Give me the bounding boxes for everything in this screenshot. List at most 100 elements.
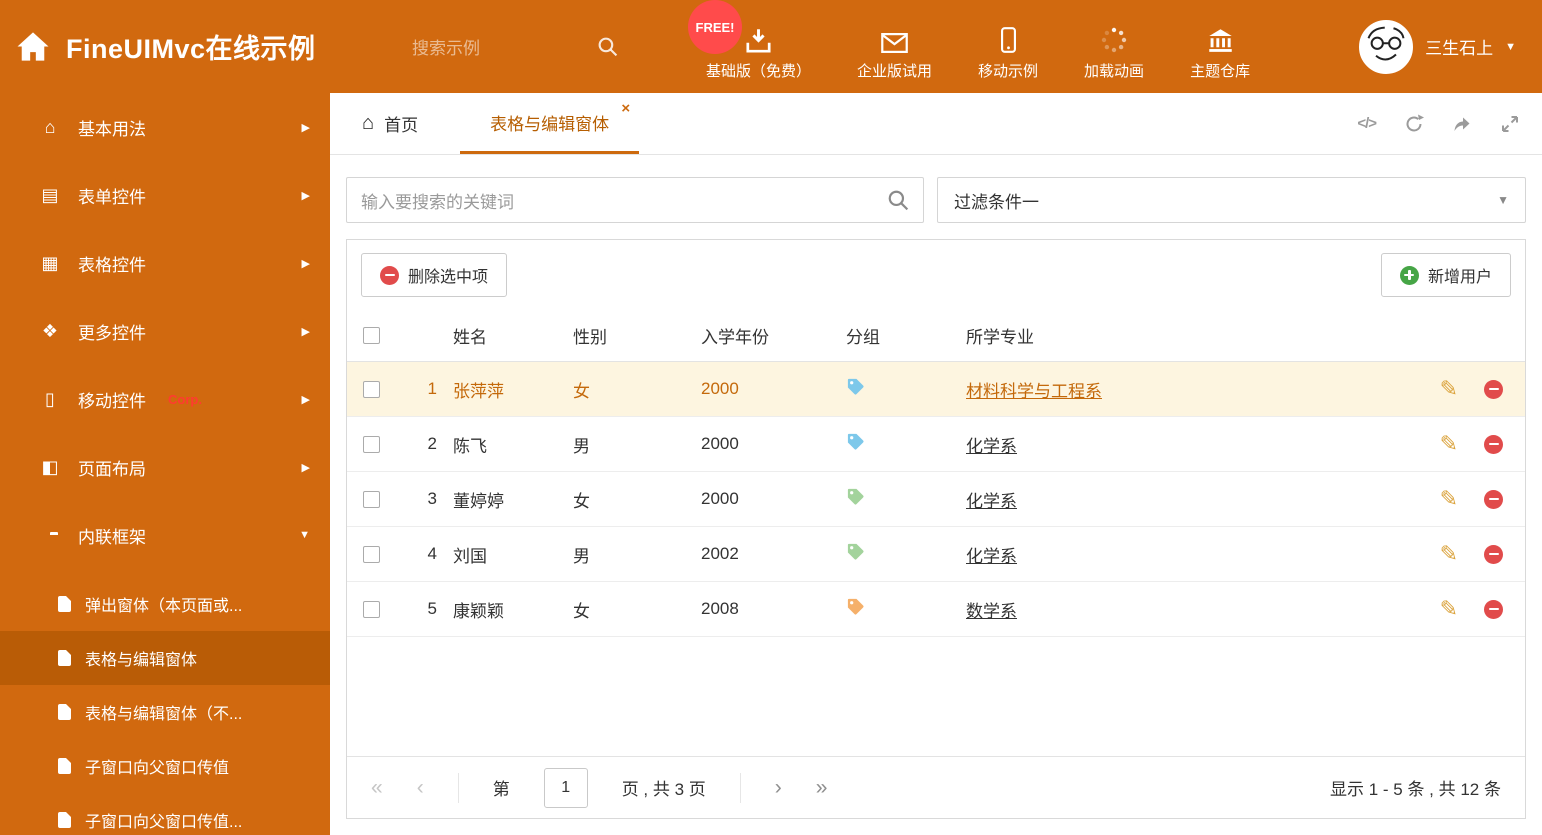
edit-pencil-icon[interactable]: ✎	[1440, 543, 1458, 565]
row-number: 1	[427, 379, 437, 398]
sidebar-subitem-child-to-parent[interactable]: 子窗口向父窗口传值	[0, 739, 330, 793]
edit-pencil-icon[interactable]: ✎	[1440, 433, 1458, 455]
cell-year: 2008	[701, 599, 739, 618]
first-page-icon[interactable]: «	[371, 777, 383, 798]
column-header-major: 所学专业	[966, 328, 1034, 347]
tag-icon	[846, 487, 865, 506]
home-icon: ⌂	[44, 116, 56, 137]
sidebar-subitem-child-to-parent-2[interactable]: 子窗口向父窗口传值...	[0, 793, 330, 835]
major-link[interactable]: 化学系	[966, 547, 1017, 566]
sidebar-item-iframe[interactable]: 内联框架 ▼	[0, 501, 330, 569]
form-icon: ▤	[41, 184, 59, 205]
last-page-icon[interactable]: »	[816, 777, 828, 798]
next-page-icon[interactable]: ›	[775, 777, 782, 798]
app-logo[interactable]: FineUIMvc在线示例	[0, 27, 412, 66]
column-header-year: 入学年份	[701, 328, 769, 347]
sidebar-subitem-label: 子窗口向父窗口传值	[85, 760, 230, 777]
tab-home[interactable]: ⌂ 首页	[346, 93, 434, 154]
nav-item-theme-repo[interactable]: 主题仓库	[1190, 23, 1250, 81]
top-nav: 基础版（免费） 企业版试用 移动示例 加载动画 主题仓库	[706, 13, 1250, 81]
delete-row-icon[interactable]	[1484, 379, 1503, 399]
sidebar-subitem-grid-edit-window-2[interactable]: 表格与编辑窗体（不...	[0, 685, 330, 739]
cell-gender: 女	[573, 601, 590, 621]
edit-pencil-icon[interactable]: ✎	[1440, 488, 1458, 510]
envelope-icon	[881, 23, 908, 53]
major-link[interactable]: 材料科学与工程系	[966, 382, 1102, 401]
share-icon[interactable]	[1452, 114, 1472, 134]
edit-pencil-icon[interactable]: ✎	[1440, 378, 1458, 400]
sidebar-item-label: 表单控件	[78, 187, 146, 207]
nav-item-loading-demo[interactable]: 加载动画	[1084, 23, 1144, 81]
major-link[interactable]: 化学系	[966, 492, 1017, 511]
mobile-icon: ▯	[45, 388, 55, 409]
page-number-input[interactable]	[543, 767, 588, 808]
tag-icon	[846, 597, 865, 616]
delete-row-icon[interactable]	[1484, 434, 1503, 454]
select-all-checkbox[interactable]	[363, 327, 380, 344]
refresh-icon[interactable]	[1404, 114, 1424, 134]
table-header-row: 姓名 性别 入学年份 分组 所学专业	[347, 310, 1525, 362]
sidebar-item-page-layout[interactable]: ◧ 页面布局 ▶	[0, 433, 330, 501]
keyword-search-input[interactable]: 输入要搜索的关键词	[346, 177, 924, 223]
sidebar-item-mobile-controls[interactable]: ▯ 移动控件 Corp. ▶	[0, 365, 330, 433]
cell-gender: 男	[573, 546, 590, 566]
delete-selected-button[interactable]: 删除选中项	[361, 253, 508, 297]
search-icon[interactable]	[887, 189, 909, 211]
sidebar-submenu: 弹出窗体（本页面或... 表格与编辑窗体 表格与编辑窗体（不... 子窗口向父窗…	[0, 577, 330, 835]
source-code-icon[interactable]: </>	[1357, 115, 1377, 132]
tab-grid-edit-window[interactable]: 表格与编辑窗体 ×	[460, 93, 640, 154]
expand-icon[interactable]	[1500, 114, 1520, 134]
column-header-name: 姓名	[453, 328, 487, 347]
chevron-right-icon: ▶	[301, 121, 310, 134]
row-checkbox[interactable]	[363, 490, 380, 508]
add-user-button[interactable]: 新增用户	[1380, 253, 1511, 297]
delete-row-icon[interactable]	[1484, 544, 1503, 564]
tab-label: 首页	[384, 116, 419, 135]
delete-row-icon[interactable]	[1484, 599, 1503, 619]
filter-dropdown[interactable]: 过滤条件一 ▼	[937, 177, 1526, 223]
chevron-right-icon: ▶	[301, 189, 310, 202]
delete-row-icon[interactable]	[1484, 489, 1503, 509]
user-menu[interactable]: 三生石上 ▼	[1359, 19, 1542, 74]
row-checkbox[interactable]	[363, 545, 380, 563]
sidebar-item-more-controls[interactable]: ❖ 更多控件 ▶	[0, 297, 330, 365]
sidebar-item-label: 页面布局	[78, 459, 146, 479]
nav-label: 基础版（免费）	[706, 62, 812, 80]
sidebar: ⌂ 基本用法 ▶ ▤ 表单控件 ▶ ▦ 表格控件 ▶ ❖ 更多控件 ▶ ▯ 移动…	[0, 93, 330, 835]
nav-item-enterprise-trial[interactable]: 企业版试用	[857, 23, 932, 81]
prev-page-icon[interactable]: ‹	[417, 777, 424, 798]
sidebar-subitem-grid-edit-window[interactable]: 表格与编辑窗体	[0, 631, 330, 685]
edit-pencil-icon[interactable]: ✎	[1440, 598, 1458, 620]
sidebar-item-form-controls[interactable]: ▤ 表单控件 ▶	[0, 161, 330, 229]
sidebar-item-basic-usage[interactable]: ⌂ 基本用法 ▶	[0, 93, 330, 161]
major-link[interactable]: 化学系	[966, 437, 1017, 456]
sidebar-item-label: 更多控件	[78, 323, 146, 343]
file-icon	[58, 812, 71, 828]
major-link[interactable]: 数学系	[966, 602, 1017, 621]
cell-year: 2000	[701, 379, 739, 398]
delete-button-label: 删除选中项	[408, 269, 489, 286]
row-checkbox[interactable]	[363, 380, 380, 398]
tab-close-icon[interactable]: ×	[621, 100, 630, 117]
filter-row: 输入要搜索的关键词 过滤条件一 ▼	[330, 155, 1542, 223]
row-number: 2	[427, 434, 437, 453]
record-summary: 显示 1 - 5 条 , 共 12 条	[1330, 780, 1501, 799]
cell-gender: 男	[573, 436, 590, 456]
home-icon	[17, 32, 49, 61]
nav-item-mobile-demo[interactable]: 移动示例	[978, 23, 1038, 81]
sidebar-subitem-popup-window[interactable]: 弹出窗体（本页面或...	[0, 577, 330, 631]
row-number: 5	[427, 599, 437, 618]
row-checkbox[interactable]	[363, 435, 380, 453]
sidebar-subitem-label: 表格与编辑窗体（不...	[85, 706, 243, 723]
chevron-right-icon: ▶	[301, 461, 310, 474]
chevron-down-icon: ▼	[299, 529, 310, 541]
top-search[interactable]: 搜索示例	[412, 34, 628, 59]
tab-strip: ⌂ 首页 表格与编辑窗体 × </>	[330, 93, 1542, 155]
table-row: 5 康颖颖 女 2008 数学系 ✎	[347, 582, 1525, 637]
home-icon: ⌂	[362, 112, 375, 134]
column-header-group: 分组	[846, 328, 880, 347]
table-icon: ▦	[41, 252, 59, 273]
sidebar-item-grid-controls[interactable]: ▦ 表格控件 ▶	[0, 229, 330, 297]
divider	[457, 772, 459, 803]
row-checkbox[interactable]	[363, 600, 380, 618]
